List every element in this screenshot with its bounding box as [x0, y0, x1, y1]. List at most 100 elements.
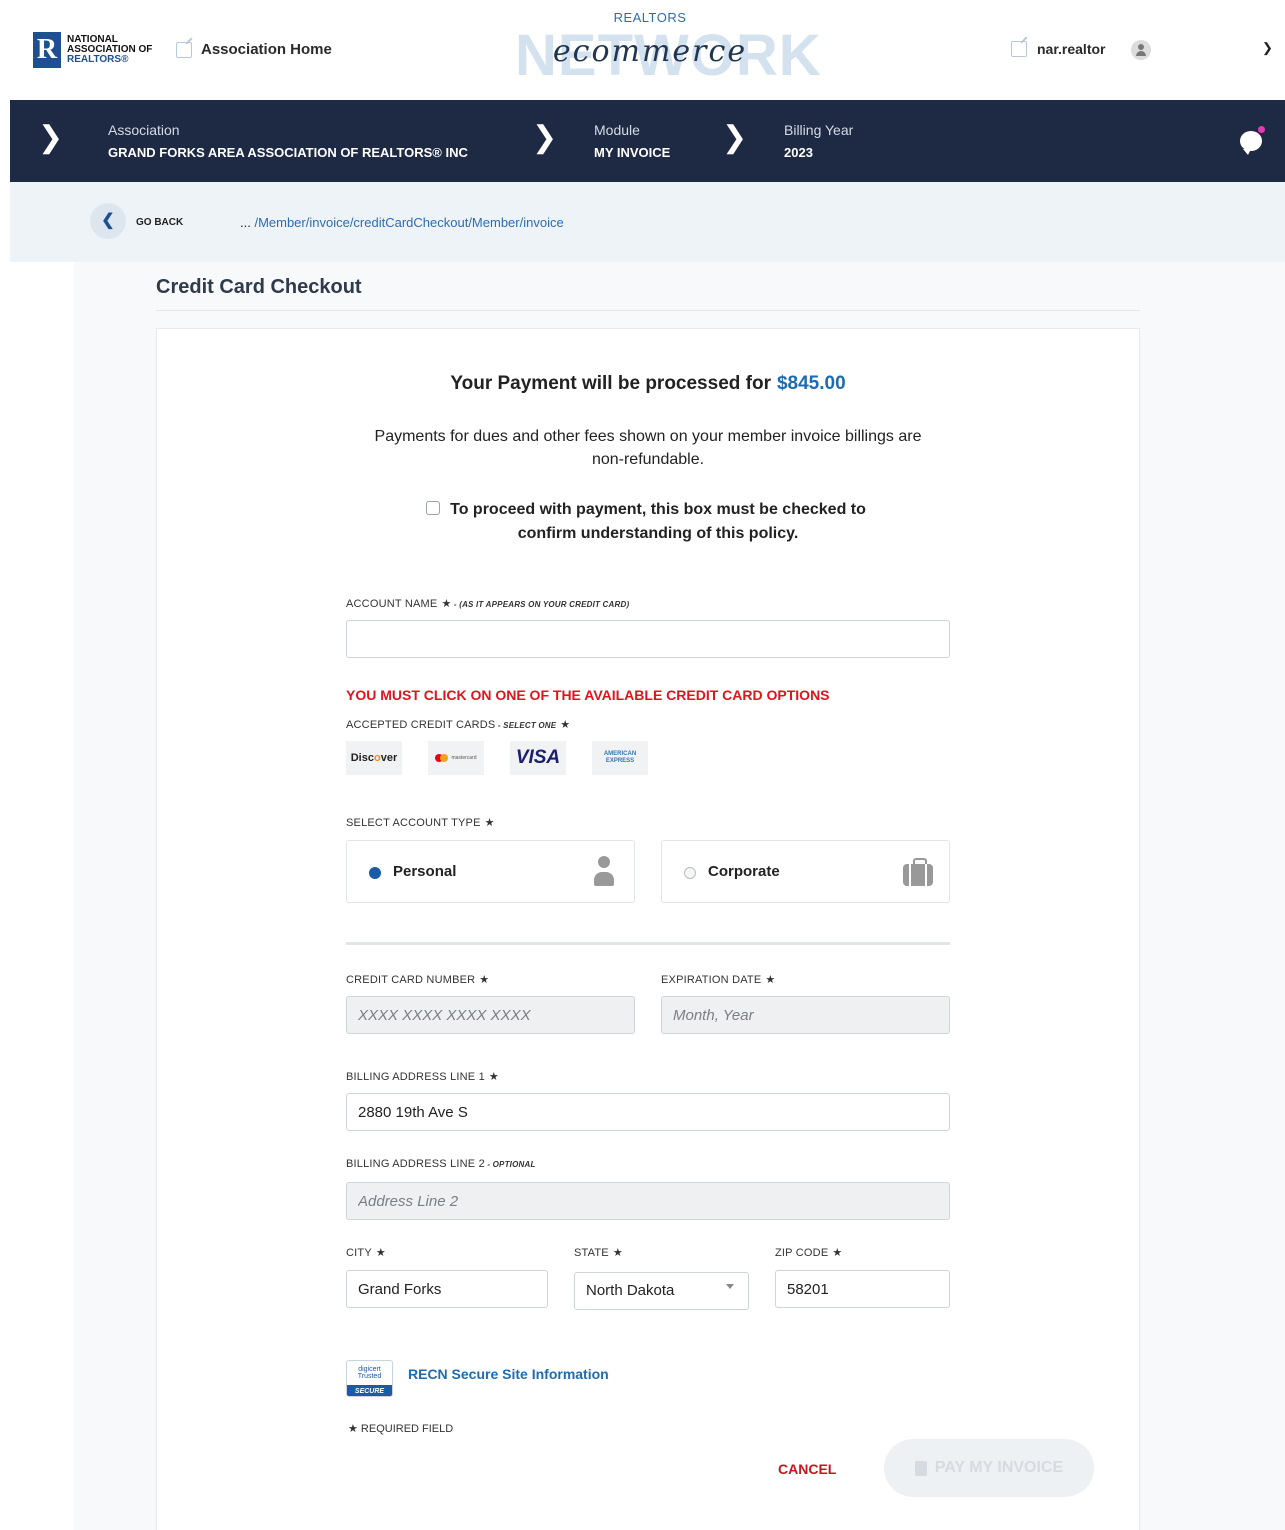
personal-radio[interactable]	[369, 867, 381, 879]
chat-icon[interactable]	[1240, 126, 1265, 155]
corporate-radio[interactable]	[684, 867, 696, 879]
personal-label: Personal	[393, 863, 457, 880]
state-select[interactable]: North Dakota	[574, 1272, 749, 1310]
account-name-label-text: ACCOUNT NAME	[346, 598, 438, 610]
account-name-input[interactable]	[346, 620, 950, 658]
breadcrumb-path-text: /Member/invoice/creditCardCheckout/Membe…	[250, 215, 564, 230]
city-label-text: CITY	[346, 1247, 372, 1259]
state-select-value: North Dakota	[586, 1282, 675, 1299]
chevron-right-icon[interactable]: ❯	[532, 120, 557, 155]
address1-input[interactable]	[346, 1093, 950, 1131]
amex-card-option[interactable]: AMERICAN EXPRESS	[592, 741, 648, 775]
title-divider	[156, 310, 1140, 311]
address2-note: - OPTIONAL	[484, 1160, 536, 1169]
expiration-input[interactable]	[661, 996, 950, 1034]
accepted-cards-note: - SELECT ONE	[495, 721, 557, 730]
required-star-icon: ★	[612, 1247, 623, 1259]
visa-card-option[interactable]: VISA	[510, 741, 566, 775]
nar-logo-text: NATIONAL ASSOCIATION OF REALTORS®	[67, 35, 152, 65]
breadcrumb: ❮ GO BACK ... /Member/invoice/creditCard…	[10, 182, 1285, 262]
digicert-seal-top: digicert Trusted	[357, 1366, 382, 1380]
notification-dot	[1258, 126, 1265, 133]
breadcrumb-ellipsis: ...	[240, 215, 251, 230]
required-star-icon: ★	[832, 1247, 843, 1259]
payment-prefix: Your Payment will be processed for	[450, 373, 771, 394]
required-star-icon: ★	[560, 719, 571, 731]
context-navbar: ❯ Association GRAND FORKS AREA ASSOCIATI…	[10, 100, 1285, 182]
cc-number-input[interactable]	[346, 996, 635, 1034]
avatar-icon[interactable]	[1131, 40, 1151, 60]
nav-billing-year[interactable]: Billing Year 2023	[784, 122, 853, 160]
city-input[interactable]	[346, 1270, 548, 1308]
mastercard-card-option[interactable]: mastercard	[428, 741, 484, 775]
association-home-link[interactable]: Association Home	[176, 41, 332, 58]
discover-logo: Discover	[351, 752, 398, 764]
brand-ecommerce-text: ecommerce	[552, 34, 748, 69]
person-icon	[593, 856, 615, 888]
nav-module[interactable]: Module MY INVOICE	[594, 122, 670, 160]
cancel-button[interactable]: CANCEL	[778, 1461, 836, 1477]
address1-label: BILLING ADDRESS LINE 1 ★	[346, 1070, 499, 1083]
required-star-icon: ★	[375, 1247, 386, 1259]
discover-logo-o: o	[373, 752, 381, 764]
breadcrumb-path[interactable]: ... /Member/invoice/creditCardCheckout/M…	[240, 215, 564, 230]
nav-association-value: GRAND FORKS AREA ASSOCIATION OF REALTORS…	[108, 145, 468, 160]
zip-label: ZIP CODE ★	[775, 1246, 842, 1259]
nar-logo-line3: REALTORS®	[67, 54, 129, 65]
payment-amount: $845.00	[776, 373, 846, 394]
refund-notice: Payments for dues and other fees shown o…	[374, 428, 922, 468]
nar-logo[interactable]: R NATIONAL ASSOCIATION OF REALTORS®	[33, 32, 152, 68]
state-label-text: STATE	[574, 1247, 609, 1259]
required-star-icon: ★	[441, 598, 452, 610]
username: nar.realtor	[1037, 41, 1106, 57]
pay-invoice-label: PAY MY INVOICE	[934, 1459, 1064, 1476]
chevron-left-icon[interactable]: ❮	[90, 203, 126, 239]
document-icon	[914, 1460, 927, 1476]
nav-association[interactable]: Association GRAND FORKS AREA ASSOCIATION…	[108, 122, 468, 160]
external-link-icon	[1011, 41, 1027, 57]
corporate-label: Corporate	[708, 863, 780, 880]
section-divider	[346, 942, 950, 945]
chevron-down-icon[interactable]: ❯	[1262, 40, 1273, 56]
city-label: CITY ★	[346, 1246, 386, 1259]
briefcase-icon	[903, 858, 935, 886]
discover-logo-a: Disc	[350, 752, 374, 764]
nar-logo-mark: R	[33, 32, 61, 68]
association-home-label: Association Home	[201, 41, 332, 58]
address2-input[interactable]	[346, 1182, 950, 1220]
accepted-cards-label-text: ACCEPTED CREDIT CARDS	[346, 719, 496, 731]
required-field-note: ★ REQUIRED FIELD	[348, 1423, 454, 1435]
chevron-right-icon[interactable]: ❯	[722, 120, 747, 155]
discover-card-option[interactable]: Discover	[346, 741, 402, 775]
secure-site-info-link[interactable]: RECN Secure Site Information	[408, 1366, 609, 1382]
policy-confirm-checkbox[interactable]	[426, 501, 440, 515]
digicert-seal-icon[interactable]: digicert Trusted SECURE	[346, 1360, 393, 1397]
go-back-button[interactable]: GO BACK	[136, 217, 183, 228]
policy-confirm-text: To proceed with payment, this box must b…	[450, 501, 866, 542]
required-star-icon: ★	[765, 974, 776, 986]
discover-logo-b: ver	[380, 752, 398, 764]
page-title: Credit Card Checkout	[156, 276, 362, 298]
address1-label-text: BILLING ADDRESS LINE 1	[346, 1071, 485, 1083]
realtors-network-ecommerce-logo: REALTORS NETWORK ecommerce	[515, 8, 821, 88]
pay-invoice-button[interactable]: PAY MY INVOICE	[884, 1439, 1094, 1497]
card-selection-warning: YOU MUST CLICK ON ONE OF THE AVAILABLE C…	[346, 687, 830, 703]
required-star-icon: ★	[488, 1071, 499, 1083]
nav-billing-year-value: 2023	[784, 145, 813, 160]
nav-module-label: Module	[594, 122, 640, 138]
account-type-personal[interactable]: Personal	[346, 840, 635, 903]
user-link[interactable]: nar.realtor	[1011, 41, 1105, 57]
expiration-label: EXPIRATION DATE ★	[661, 973, 775, 986]
nav-billing-year-label: Billing Year	[784, 122, 854, 138]
account-type-corporate[interactable]: Corporate	[661, 840, 950, 903]
nav-association-label: Association	[108, 122, 180, 138]
address2-label-text: BILLING ADDRESS LINE 2	[346, 1158, 485, 1170]
mastercard-logo: mastercard	[435, 754, 477, 762]
accepted-cards-label: ACCEPTED CREDIT CARDS - SELECT ONE ★	[346, 718, 570, 731]
account-name-note: - (AS IT APPEARS ON YOUR CREDIT CARD)	[451, 600, 630, 609]
required-star-icon: ★	[484, 817, 495, 829]
chevron-right-icon[interactable]: ❯	[38, 120, 63, 155]
account-type-label: SELECT ACCOUNT TYPE ★	[346, 816, 495, 829]
zip-input[interactable]	[775, 1270, 950, 1308]
top-header: R NATIONAL ASSOCIATION OF REALTORS® Asso…	[0, 0, 1285, 100]
